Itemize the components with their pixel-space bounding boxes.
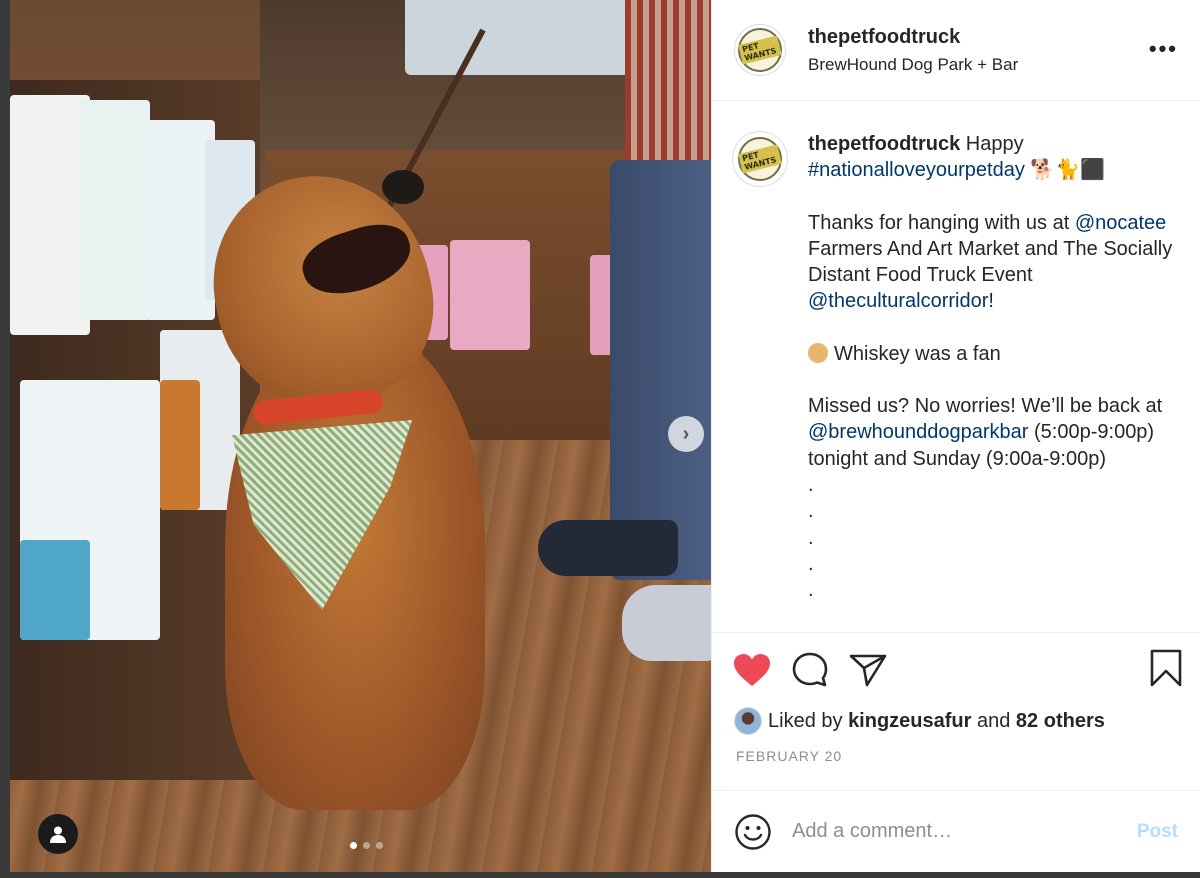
caption-avatar[interactable]: PET WANTS (732, 131, 788, 187)
caption-emojis: 🐕🐈⬛ (1030, 159, 1106, 182)
caption-paragraph: Whiskey was a fan (808, 341, 1180, 367)
avatar[interactable]: PET WANTS (734, 24, 786, 76)
user-tag-icon (50, 826, 66, 843)
caption-text-span: Farmers And Art Market and The Socially … (808, 237, 1173, 287)
heart-icon (734, 653, 770, 686)
post-header: PET WANTS thepetfoodtruck BrewHound Dog … (712, 0, 1200, 101)
carousel-next-button[interactable]: › (668, 416, 704, 452)
post-date[interactable]: FEBRUARY 20 (712, 736, 1200, 776)
avatar-logo: PET WANTS (738, 28, 782, 72)
caption-word: Happy (965, 133, 1024, 155)
caption-area: PET WANTS thepetfoodtruck Happy #nationa… (712, 101, 1200, 632)
carousel-dot (376, 842, 383, 849)
post-sidebar: PET WANTS thepetfoodtruck BrewHound Dog … (711, 0, 1200, 872)
carousel-dot (350, 842, 357, 849)
more-icon[interactable]: ••• (1149, 36, 1178, 62)
smile-icon[interactable] (734, 813, 772, 851)
caption-username[interactable]: thepetfoodtruck (808, 133, 960, 155)
liker-username[interactable]: kingzeusafur (848, 710, 971, 732)
post-comment-button[interactable]: Post (1137, 821, 1178, 843)
photo-person-legs (610, 160, 711, 580)
caption-text: thepetfoodtruck Happy #nationalloveyourp… (808, 131, 1180, 632)
caption-text-span: Thanks for hanging with us at (808, 211, 1070, 234)
share-button[interactable] (848, 650, 888, 690)
carousel-indicator (350, 842, 383, 849)
bookmark-icon (1150, 649, 1182, 687)
caption-text-span: Whiskey was a fan (834, 342, 1001, 365)
photo-shelf (10, 80, 260, 780)
post-photo[interactable]: › (10, 0, 711, 872)
caption-mention[interactable]: @brewhounddogparkbar (808, 421, 1028, 443)
likes-and: and (976, 709, 1011, 732)
instagram-post: › PET WANTS thepetfoodtruck BrewHound Do… (10, 0, 1200, 872)
avatar-logo: PET WANTS (738, 137, 782, 181)
caption-hashtag[interactable]: #nationalloveyourpetday (808, 159, 1025, 181)
caption-text-span: Missed us? No worries! We’ll be back at (808, 395, 1163, 418)
post-username[interactable]: thepetfoodtruck (808, 26, 1018, 49)
caption-dot: . (808, 526, 814, 549)
chevron-right-icon: › (682, 422, 690, 445)
comment-input[interactable] (792, 820, 1137, 843)
photo-bag (450, 240, 530, 350)
photo-screen (405, 0, 655, 75)
user-tag-button[interactable] (38, 814, 78, 854)
dog-face-icon (808, 342, 828, 363)
likes-others-link[interactable]: 82 others (1016, 710, 1105, 732)
caption-dot: . (808, 500, 814, 523)
caption-paragraph: Missed us? No worries! We’ll be back at … (808, 393, 1180, 472)
comment-form: Post (712, 790, 1200, 872)
avatar-logo-text: PET WANTS (738, 144, 782, 174)
likes-prefix: Liked by (768, 709, 843, 732)
caption-mention[interactable]: @nocatee (1075, 212, 1166, 234)
caption-dot: . (808, 473, 814, 496)
photo-dog-nose (382, 170, 424, 204)
avatar-logo-text: PET WANTS (738, 35, 782, 65)
share-icon (849, 654, 887, 686)
photo-shoe (622, 585, 711, 661)
photo-person-shirt (625, 0, 711, 180)
carousel-dot (363, 842, 370, 849)
action-bar (712, 632, 1200, 706)
photo-shoe (538, 520, 678, 576)
likes-text: Liked by kingzeusafur and 82 others (768, 710, 1105, 733)
caption-paragraph: Thanks for hanging with us at @nocatee F… (808, 210, 1180, 315)
save-button[interactable] (1150, 649, 1182, 692)
comment-button[interactable] (790, 650, 830, 690)
caption-text-span: ! (988, 290, 994, 313)
caption-dot: . (808, 552, 814, 575)
like-button[interactable] (732, 650, 772, 690)
caption-mention[interactable]: @theculturalcorridor (808, 290, 988, 312)
post-location[interactable]: BrewHound Dog Park + Bar (808, 55, 1018, 75)
likes-summary: Liked by kingzeusafur and 82 others (712, 706, 1200, 736)
caption-dot: . (808, 579, 814, 602)
liker-avatar[interactable] (734, 707, 762, 735)
post-header-text: thepetfoodtruck BrewHound Dog Park + Bar (808, 26, 1018, 75)
comment-icon (792, 652, 828, 686)
